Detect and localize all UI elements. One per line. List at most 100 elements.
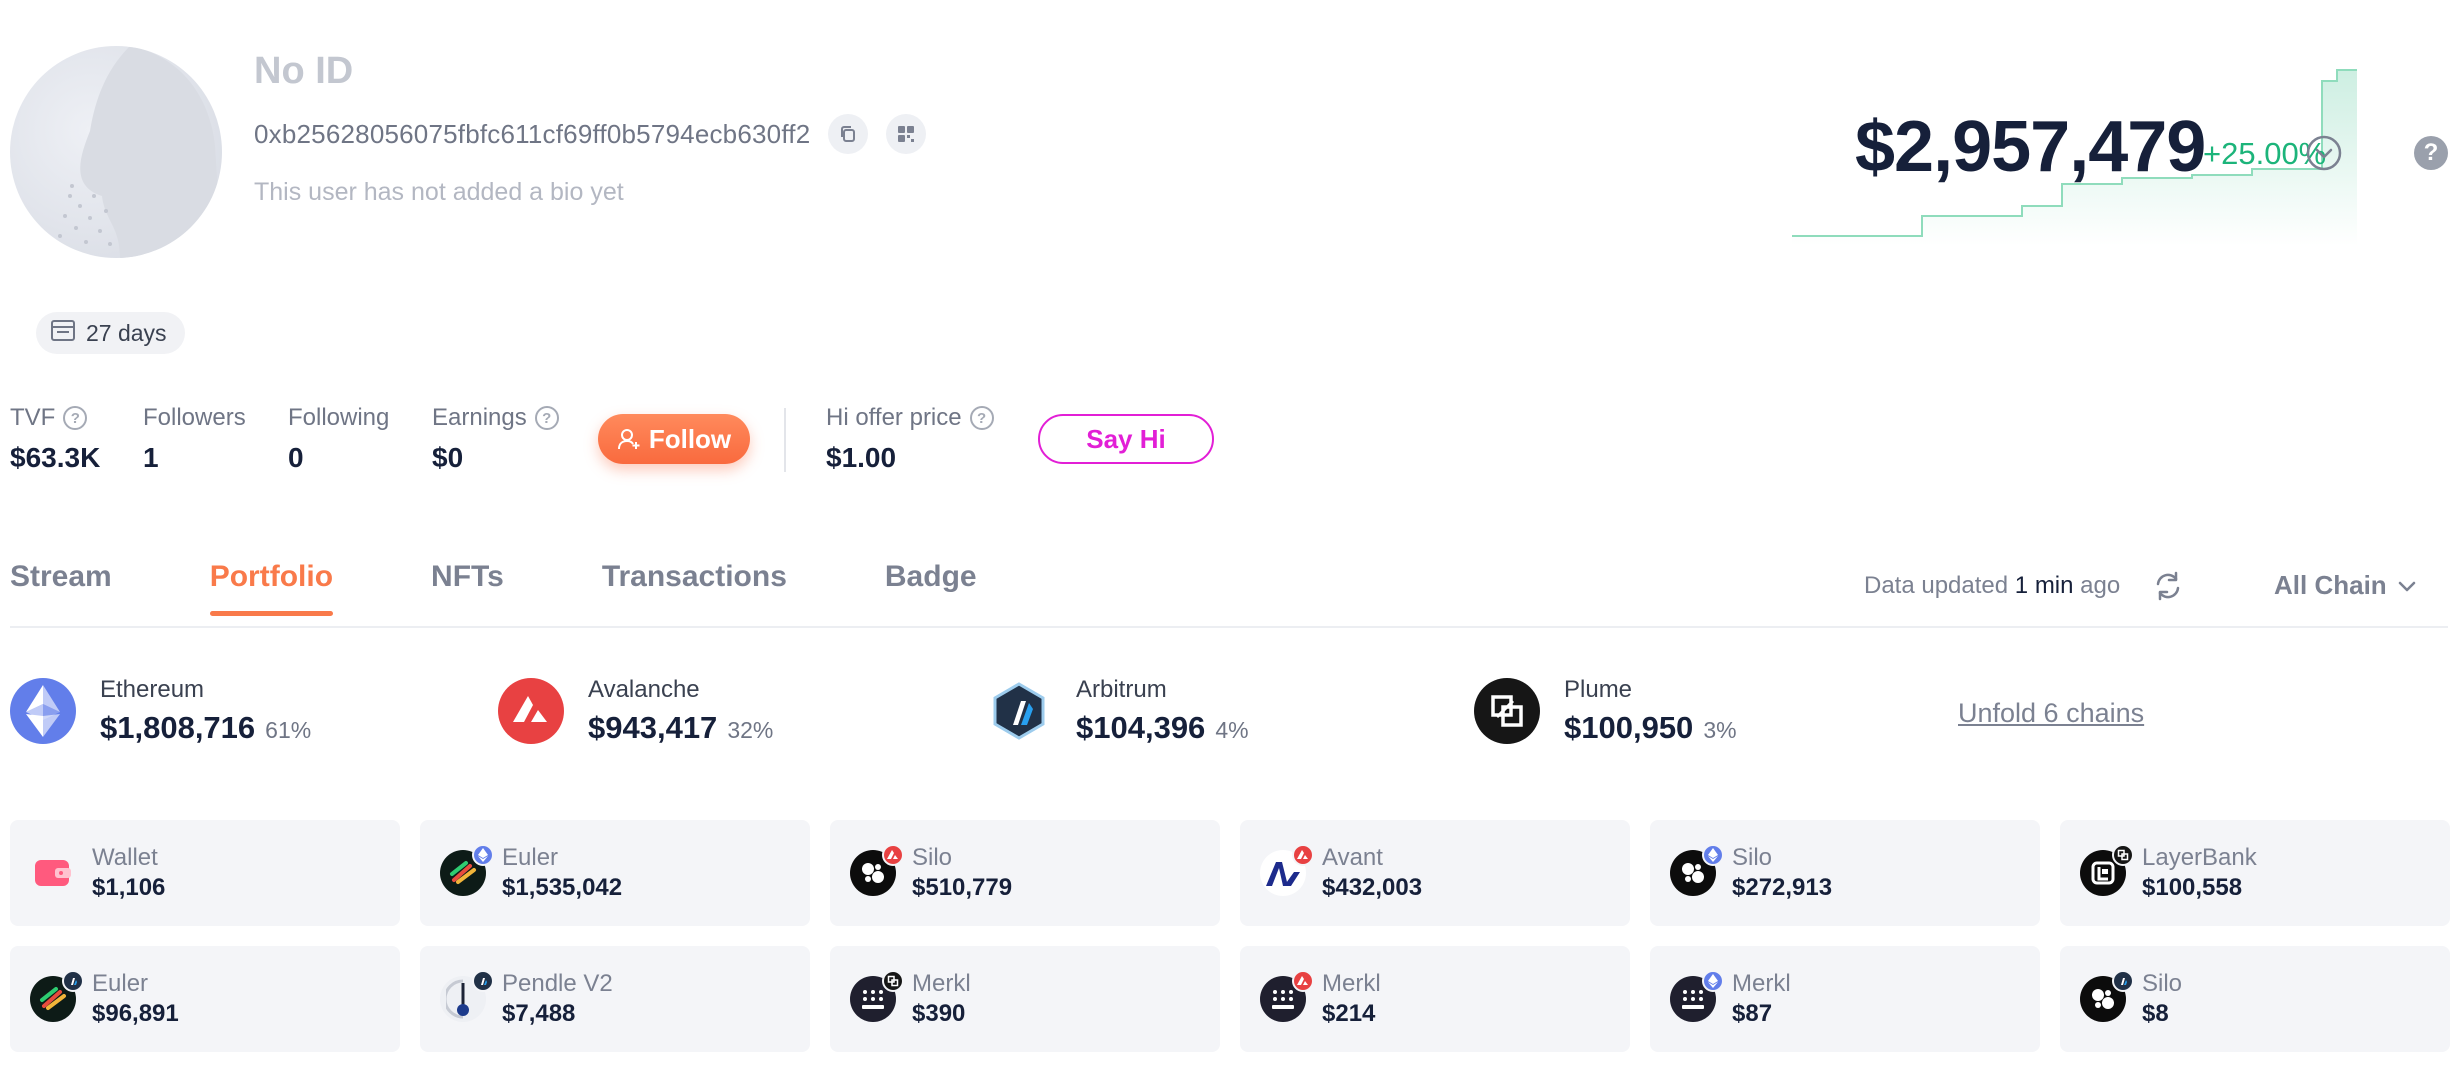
protocol-name: Merkl (1732, 970, 1791, 997)
plume-icon (1474, 678, 1540, 744)
tvf-label: TVF (10, 404, 56, 431)
avalanche-icon (498, 678, 564, 744)
chain-item-ethereum[interactable]: Ethereum $1,808,716 61% (10, 676, 311, 746)
chain-name: Arbitrum (1076, 676, 1167, 703)
profile-bio: This user has not added a bio yet (254, 178, 624, 206)
total-balance: $2,957,479 (1855, 107, 2206, 187)
tab-bar: Stream Portfolio NFTs Transactions Badge (10, 560, 977, 616)
plume-icon (2112, 844, 2134, 866)
protocol-card[interactable]: Euler $96,891 (10, 946, 400, 1052)
help-icon[interactable]: ? (2414, 136, 2448, 170)
chain-name: Plume (1564, 676, 1633, 703)
stat-tvf: TVF? $63.3K (10, 404, 100, 474)
chain-item-arbitrum[interactable]: Arbitrum $104,396 4% (986, 676, 1249, 746)
follow-button[interactable]: Follow (598, 414, 750, 464)
protocol-card[interactable]: Merkl $87 (1650, 946, 2040, 1052)
chain-item-plume[interactable]: Plume $100,950 3% (1474, 676, 1737, 746)
tab-portfolio[interactable]: Portfolio (209, 560, 334, 616)
chain-filter-dropdown[interactable]: All Chain (2274, 570, 2417, 601)
protocol-value: $432,003 (1322, 874, 1423, 901)
chain-value: $104,396 (1076, 710, 1206, 745)
plume-icon (882, 970, 904, 992)
tab-nfts[interactable]: NFTs (431, 560, 504, 616)
protocol-card[interactable]: Merkl $214 (1240, 946, 1630, 1052)
protocol-value: $96,891 (92, 1000, 179, 1027)
refresh-icon[interactable] (2152, 570, 2184, 602)
account-age-text: 27 days (86, 319, 167, 346)
protocol-name: LayerBank (2142, 844, 2257, 871)
calendar-icon (50, 318, 76, 348)
account-age-badge: 27 days (36, 312, 185, 354)
profile-name: No ID (254, 50, 354, 92)
protocol-card[interactable]: Merkl $390 (830, 946, 1220, 1052)
protocol-name: Silo (912, 844, 953, 871)
ethereum-icon (10, 678, 76, 744)
protocol-card[interactable]: LayerBank $100,558 (2060, 820, 2450, 926)
protocol-value: $390 (912, 1000, 966, 1027)
ethereum-icon (1702, 970, 1724, 992)
info-icon[interactable]: ? (534, 406, 559, 430)
chevron-down-icon[interactable] (2305, 134, 2343, 172)
chain-percent: 3% (1703, 717, 1737, 743)
info-icon[interactable]: ? (969, 406, 994, 430)
tabs-divider (10, 626, 2448, 628)
protocol-value: $7,488 (502, 1000, 576, 1027)
ethereum-icon (472, 844, 494, 866)
avalanche-icon (882, 844, 904, 866)
protocol-value: $100,558 (2142, 874, 2243, 901)
protocol-card[interactable]: Silo $272,913 (1650, 820, 2040, 926)
say-hi-button[interactable]: Say Hi (1038, 414, 1214, 464)
tab-transactions[interactable]: Transactions (602, 560, 787, 616)
earnings-label: Earnings (432, 404, 527, 431)
copy-icon[interactable] (828, 114, 869, 154)
unfold-chains-link[interactable]: Unfold 6 chains (1958, 698, 2144, 729)
chain-name: Avalanche (588, 676, 700, 703)
avatar (10, 46, 222, 258)
info-icon[interactable]: ? (63, 406, 88, 430)
chevron-down-icon (2398, 581, 2415, 591)
qr-code-icon[interactable] (886, 114, 927, 154)
wallet-icon (30, 850, 76, 896)
protocol-value: $87 (1732, 1000, 1773, 1027)
arbitrum-icon (472, 970, 494, 992)
chain-value: $100,950 (1564, 710, 1694, 745)
avalanche-icon (1292, 844, 1314, 866)
protocol-card[interactable]: Silo $510,779 (830, 820, 1220, 926)
protocol-name: Euler (502, 844, 559, 871)
wallet-address: 0xb25628056075fbfc611cf69ff0b5794ecb630f… (254, 118, 811, 149)
arbitrum-icon (62, 970, 84, 992)
protocol-value: $8 (2142, 1000, 2169, 1027)
chain-value: $1,808,716 (100, 710, 256, 745)
protocol-value: $272,913 (1732, 874, 1833, 901)
tab-badge[interactable]: Badge (885, 560, 977, 616)
protocol-card[interactable]: Euler $1,535,042 (420, 820, 810, 926)
protocol-card[interactable]: Pendle V2 $7,488 (420, 946, 810, 1052)
data-updated-text: Data updated 1 min ago (1864, 572, 2121, 599)
stat-followers[interactable]: Followers 1 (143, 404, 246, 474)
user-plus-icon (617, 429, 640, 450)
followers-label: Followers (143, 404, 246, 431)
stat-following[interactable]: Following 0 (288, 404, 389, 474)
chain-percent: 61% (265, 717, 312, 743)
following-label: Following (288, 404, 390, 431)
chain-item-avalanche[interactable]: Avalanche $943,417 32% (498, 676, 773, 746)
protocol-value: $1,106 (92, 874, 166, 901)
protocol-name: Merkl (1322, 970, 1381, 997)
protocol-card[interactable]: Wallet $1,106 (10, 820, 400, 926)
chain-filter-label: All Chain (2274, 570, 2387, 600)
followers-value: 1 (143, 442, 159, 473)
protocol-name: Silo (1732, 844, 1773, 871)
protocol-card[interactable]: Avant $432,003 (1240, 820, 1630, 926)
protocol-name: Avant (1322, 844, 1383, 871)
divider (784, 408, 786, 472)
arbitrum-icon (986, 678, 1052, 744)
hi-offer-label: Hi offer price (826, 404, 962, 431)
stat-earnings: Earnings? $0 (432, 404, 559, 474)
protocol-card[interactable]: Silo $8 (2060, 946, 2450, 1052)
chain-percent: 32% (727, 717, 774, 743)
hi-offer-value: $1.00 (826, 442, 897, 473)
protocol-value: $1,535,042 (502, 874, 623, 901)
following-value: 0 (288, 442, 304, 473)
protocol-value: $510,779 (912, 874, 1013, 901)
tab-stream[interactable]: Stream (10, 560, 112, 616)
